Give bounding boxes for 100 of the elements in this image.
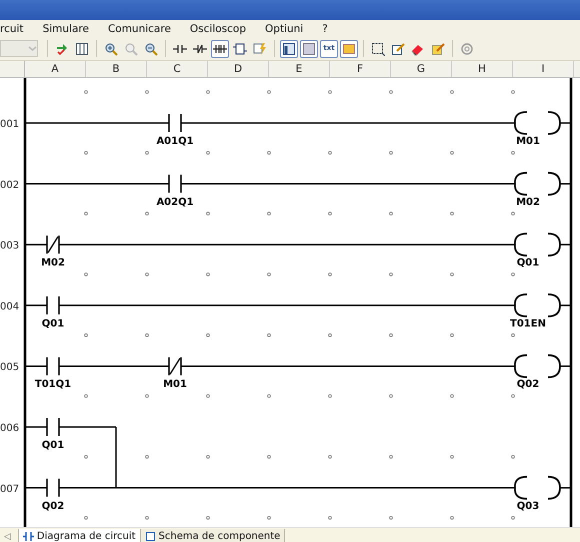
grid-dot bbox=[328, 212, 332, 216]
toolbar-button[interactable] bbox=[211, 40, 229, 58]
coil-symbol bbox=[514, 111, 561, 135]
rung-wire bbox=[25, 426, 47, 428]
lightning-icon bbox=[253, 42, 267, 56]
grid-dot bbox=[206, 90, 210, 94]
contact-label: Q01 bbox=[42, 440, 64, 451]
contact-label: M02 bbox=[41, 258, 65, 269]
grid-dot bbox=[389, 516, 393, 520]
coil-label: T01EN bbox=[510, 318, 546, 330]
grid-dot bbox=[84, 212, 88, 216]
grid-dot bbox=[145, 90, 149, 94]
grid-dot bbox=[267, 333, 271, 337]
open-contact-symbol bbox=[46, 356, 60, 376]
grid-dot bbox=[389, 90, 393, 94]
rung-wire bbox=[560, 122, 571, 124]
open-contact-symbol bbox=[168, 113, 182, 133]
grid-dot bbox=[389, 455, 393, 459]
rung-wire bbox=[560, 183, 571, 185]
grid-dot bbox=[84, 272, 88, 276]
grid-dot bbox=[267, 212, 271, 216]
grid-dot bbox=[267, 455, 271, 459]
grid-dot bbox=[84, 333, 88, 337]
contact-label: Q01 bbox=[42, 318, 64, 330]
open-contact-symbol bbox=[168, 174, 182, 194]
chevron-down-icon bbox=[28, 44, 37, 53]
grid-dot bbox=[511, 212, 515, 216]
column-header: F bbox=[330, 61, 391, 77]
grid-dot bbox=[206, 394, 210, 398]
coil-symbol bbox=[514, 354, 561, 378]
grid-dot bbox=[450, 394, 454, 398]
grid-dot bbox=[145, 516, 149, 520]
grid-dot bbox=[389, 212, 393, 216]
grid-dot bbox=[84, 394, 88, 398]
rung-number: 003 bbox=[0, 240, 20, 252]
grid-dot bbox=[328, 333, 332, 337]
grid-dot bbox=[267, 90, 271, 94]
grid-dot bbox=[84, 90, 88, 94]
contact-label: T01Q1 bbox=[34, 379, 72, 390]
square-icon bbox=[342, 42, 356, 56]
contact-icon bbox=[22, 530, 34, 542]
grid-dot bbox=[450, 455, 454, 459]
edit-icon bbox=[391, 42, 405, 56]
column-header: I bbox=[513, 61, 574, 77]
grid-dot bbox=[267, 394, 271, 398]
grid-dot bbox=[328, 394, 332, 398]
sheet-tab[interactable]: Diagrama de circuit bbox=[18, 528, 141, 542]
grid-dot bbox=[511, 90, 515, 94]
open-contact-symbol bbox=[46, 417, 60, 437]
grid-dot bbox=[511, 151, 515, 155]
grid-dot bbox=[389, 151, 393, 155]
grid-dot bbox=[511, 516, 515, 520]
contact-label: M01 bbox=[163, 379, 187, 390]
coil-label: Q01 bbox=[516, 258, 540, 269]
column-header: C bbox=[147, 61, 208, 77]
rung-wire bbox=[25, 365, 47, 367]
grid-dot bbox=[206, 455, 210, 459]
rung-number: 007 bbox=[0, 484, 20, 495]
grid-dot bbox=[206, 333, 210, 337]
menu-item[interactable]: Osciloscop bbox=[190, 22, 246, 34]
grid-dot bbox=[389, 272, 393, 276]
grid-dot bbox=[267, 516, 271, 520]
menu-item[interactable]: Optiuni bbox=[265, 22, 304, 34]
grid-dot bbox=[206, 272, 210, 276]
block-icon bbox=[233, 42, 247, 56]
closed-contact-symbol bbox=[168, 356, 182, 376]
scroll-left-arrow[interactable]: ◁ bbox=[0, 532, 19, 542]
grid-dot bbox=[511, 272, 515, 276]
open-contact-symbol bbox=[46, 478, 60, 498]
column-header: G bbox=[391, 61, 452, 77]
coil-symbol bbox=[514, 172, 561, 196]
grid-dot bbox=[511, 394, 515, 398]
rung-wire bbox=[560, 244, 571, 246]
menu-item[interactable]: Simulare bbox=[42, 22, 89, 34]
grid-dot bbox=[145, 455, 149, 459]
rung-number: 002 bbox=[0, 180, 20, 191]
sheet-tab[interactable]: Schema de componente bbox=[140, 528, 286, 542]
grid-dot bbox=[389, 333, 393, 337]
grid-dot bbox=[206, 151, 210, 155]
selection-icon bbox=[371, 42, 385, 56]
rung-wire bbox=[560, 304, 571, 306]
menu-item[interactable]: rcuit bbox=[0, 22, 24, 34]
grid-dot bbox=[450, 516, 454, 520]
coil-label: M01 bbox=[516, 136, 540, 147]
coil-label: Q03 bbox=[516, 500, 540, 512]
menu-item[interactable]: Comunicare bbox=[108, 22, 171, 34]
rung-wire bbox=[560, 487, 571, 489]
rung-wire bbox=[25, 304, 47, 306]
grid-dot bbox=[328, 516, 332, 520]
contact-label: A02Q1 bbox=[156, 196, 194, 208]
menu-item[interactable]: ? bbox=[322, 22, 328, 34]
grid-dot bbox=[328, 90, 332, 94]
toolbar-button[interactable] bbox=[280, 40, 298, 58]
coil-symbol bbox=[514, 294, 561, 318]
tab-label: Diagrama de circuit bbox=[36, 530, 136, 542]
contact-label: Q02 bbox=[42, 500, 64, 512]
table-icon bbox=[75, 42, 89, 56]
column-header: E bbox=[269, 61, 330, 77]
grid-dot bbox=[145, 212, 149, 216]
column-header: H bbox=[452, 61, 513, 77]
